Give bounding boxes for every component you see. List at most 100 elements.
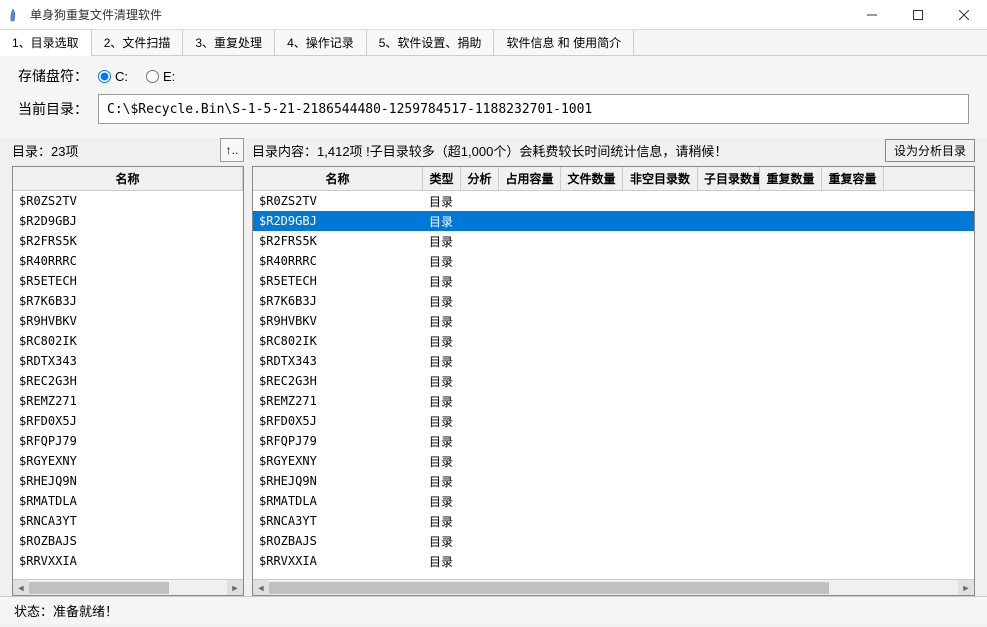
scroll-left-icon[interactable]: ◄ <box>13 580 29 596</box>
table-row[interactable]: $RRVXXIA目录 <box>253 551 974 571</box>
list-item[interactable]: $ROZBAJS <box>13 531 243 551</box>
tab-file-scan[interactable]: 2、文件扫描 <box>92 30 184 55</box>
left-col-name[interactable]: 名称 <box>13 167 243 190</box>
table-row[interactable]: $ROZBAJS目录 <box>253 531 974 551</box>
list-item[interactable]: $RGYEXNY <box>13 451 243 471</box>
table-row[interactable]: $RMATDLA目录 <box>253 491 974 511</box>
list-item[interactable]: $R2FRS5K <box>13 231 243 251</box>
right-col-dupsize[interactable]: 重复容量 <box>822 167 884 190</box>
cell-name: $R9HVBKV <box>253 314 423 328</box>
table-row[interactable]: $RNCA3YT目录 <box>253 511 974 531</box>
tab-about[interactable]: 软件信息 和 使用简介 <box>494 30 634 55</box>
status-label: 状态： <box>14 601 53 620</box>
cell-name: $RMATDLA <box>253 494 423 508</box>
close-button[interactable] <box>941 0 987 30</box>
cell-name: $REC2G3H <box>253 374 423 388</box>
right-hscroll[interactable]: ◄ ► <box>253 579 974 595</box>
tab-settings[interactable]: 5、软件设置、捐助 <box>367 30 495 55</box>
content-area: 目录：23项 ↑.. 名称 $R0ZS2TV$R2D9GBJ$R2FRS5K$R… <box>0 138 987 596</box>
cell-name: $R40RRRC <box>253 254 423 268</box>
right-col-dupcount[interactable]: 重复数量 <box>760 167 822 190</box>
list-item[interactable]: $RFD0X5J <box>13 411 243 431</box>
list-item[interactable]: $RRVXXIA <box>13 551 243 571</box>
table-row[interactable]: $RGYEXNY目录 <box>253 451 974 471</box>
table-row[interactable]: $RC802IK目录 <box>253 331 974 351</box>
up-dir-button[interactable]: ↑.. <box>220 138 244 162</box>
table-row[interactable]: $R7K6B3J目录 <box>253 291 974 311</box>
left-list: 名称 $R0ZS2TV $R2D9GBJ $R2FRS5K $R40RRRC $R5ET… <box>12 166 244 596</box>
status-text: 准备就绪！ <box>53 601 118 620</box>
tab-dir-select[interactable]: 1、目录选取 <box>0 30 92 56</box>
drive-radio-e[interactable]: E: <box>146 69 175 84</box>
table-row[interactable]: $R40RRRC目录 <box>253 251 974 271</box>
list-item[interactable]: $RNCA3YT <box>13 511 243 531</box>
table-row[interactable]: $RDTX343目录 <box>253 351 974 371</box>
list-item[interactable]: $R5ETECH <box>13 271 243 291</box>
list-item[interactable]: $R9HVBKV <box>13 311 243 331</box>
cell-name: $RGYEXNY <box>253 454 423 468</box>
cell-name: $RFQPJ79 <box>253 434 423 448</box>
list-item[interactable]: $R40RRRC <box>13 251 243 271</box>
left-list-body[interactable]: $R0ZS2TV $R2D9GBJ $R2FRS5K $R40RRRC $R5ETECH… <box>13 191 243 579</box>
list-item-name: $R9HVBKV <box>13 314 243 328</box>
list-item[interactable]: $R2D9GBJ <box>13 211 243 231</box>
list-item[interactable]: $RMATDLA <box>13 491 243 511</box>
set-analysis-dir-button[interactable]: 设为分析目录 <box>885 139 975 162</box>
scroll-right-icon[interactable]: ► <box>227 580 243 596</box>
tab-dup-process[interactable]: 3、重复处理 <box>183 30 275 55</box>
right-list-body[interactable]: $R0ZS2TV目录$R2D9GBJ目录$R2FRS5K目录$R40RRRC目录… <box>253 191 974 579</box>
cell-name: $R2FRS5K <box>253 234 423 248</box>
table-row[interactable]: $R0ZS2TV目录 <box>253 191 974 211</box>
list-item-name: $R40RRRC <box>13 254 243 268</box>
list-item[interactable]: $REC2G3H <box>13 371 243 391</box>
path-label: 当前目录： <box>18 99 98 119</box>
left-hscroll[interactable]: ◄ ► <box>13 579 243 595</box>
list-item-name: $ROZBAJS <box>13 534 243 548</box>
right-col-size[interactable]: 占用容量 <box>499 167 561 190</box>
scroll-right-icon[interactable]: ► <box>958 580 974 596</box>
current-path-field[interactable]: C:\$Recycle.Bin\S-1-5-21-2186544480-1259… <box>98 94 969 124</box>
table-row[interactable]: $REMZ271目录 <box>253 391 974 411</box>
scroll-thumb[interactable] <box>29 582 169 594</box>
table-row[interactable]: $RFD0X5J目录 <box>253 411 974 431</box>
table-row[interactable]: $RFQPJ79目录 <box>253 431 974 451</box>
cell-type: 目录 <box>423 513 461 530</box>
table-row[interactable]: $R5ETECH目录 <box>253 271 974 291</box>
list-item-name: $RHEJQ9N <box>13 474 243 488</box>
drive-radio-c[interactable]: C: <box>98 69 128 84</box>
list-item[interactable]: $R0ZS2TV <box>13 191 243 211</box>
list-item[interactable]: $RDTX343 <box>13 351 243 371</box>
right-col-type[interactable]: 类型 <box>423 167 461 190</box>
list-item-name: $REC2G3H <box>13 374 243 388</box>
table-row[interactable]: $REC2G3H目录 <box>253 371 974 391</box>
list-item-name: $RNCA3YT <box>13 514 243 528</box>
right-col-nonempty[interactable]: 非空目录数 <box>623 167 698 190</box>
scroll-thumb[interactable] <box>269 582 829 594</box>
list-item[interactable]: $RC802IK <box>13 331 243 351</box>
tab-op-log[interactable]: 4、操作记录 <box>275 30 367 55</box>
list-item-name: $R5ETECH <box>13 274 243 288</box>
table-row[interactable]: $R9HVBKV目录 <box>253 311 974 331</box>
cell-name: $RC802IK <box>253 334 423 348</box>
cell-name: $R7K6B3J <box>253 294 423 308</box>
cell-name: $R2D9GBJ <box>253 214 423 228</box>
table-row[interactable]: $RHEJQ9N目录 <box>253 471 974 491</box>
right-col-subdirs[interactable]: 子目录数量 <box>698 167 760 190</box>
list-item-name: $RFQPJ79 <box>13 434 243 448</box>
right-col-files[interactable]: 文件数量 <box>561 167 623 190</box>
table-row[interactable]: $R2D9GBJ目录 <box>253 211 974 231</box>
maximize-button[interactable] <box>895 0 941 30</box>
table-row[interactable]: $R2FRS5K目录 <box>253 231 974 251</box>
list-item[interactable]: $RHEJQ9N <box>13 471 243 491</box>
list-item[interactable]: $REMZ271 <box>13 391 243 411</box>
list-item[interactable]: $R7K6B3J <box>13 291 243 311</box>
scroll-left-icon[interactable]: ◄ <box>253 580 269 596</box>
cell-type: 目录 <box>423 193 461 210</box>
right-col-analysis[interactable]: 分析 <box>461 167 499 190</box>
status-bar: 状态： 准备就绪！ <box>0 596 987 624</box>
list-item-name: $R2D9GBJ <box>13 214 243 228</box>
list-item[interactable]: $RFQPJ79 <box>13 431 243 451</box>
cell-type: 目录 <box>423 273 461 290</box>
minimize-button[interactable] <box>849 0 895 30</box>
right-col-name[interactable]: 名称 <box>253 167 423 190</box>
